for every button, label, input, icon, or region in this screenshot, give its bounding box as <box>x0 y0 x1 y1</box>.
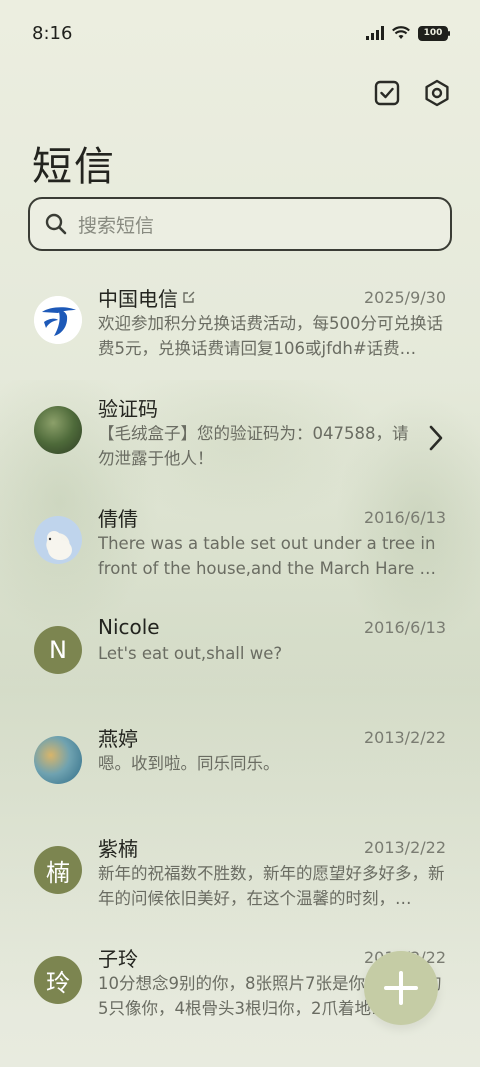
settings-icon[interactable] <box>422 78 452 108</box>
conversation-item[interactable]: 楠 紫楠 2013/2/22 新年的祝福数不胜数，新年的愿望好多好多，新年的问候… <box>0 822 480 932</box>
avatar: 玲 <box>34 956 82 1004</box>
edit-icon <box>183 291 195 303</box>
search-icon <box>45 213 67 235</box>
contact-name: 验证码 <box>98 396 158 421</box>
contact-name: 子玲 <box>98 946 138 971</box>
conversation-list: 中国电信 2025/9/30 欢迎参加积分兑换话费活动，每500分可兑换话费5元… <box>0 272 480 1042</box>
select-checkbox-icon[interactable] <box>372 78 402 108</box>
status-bar: 8:16 100 <box>0 0 480 66</box>
china-telecom-logo <box>34 296 82 344</box>
top-actions <box>372 78 452 108</box>
status-icons: 100 <box>366 25 450 41</box>
avatar <box>34 736 82 784</box>
plus-icon <box>384 971 418 1005</box>
contact-name: 燕婷 <box>98 726 138 751</box>
signal-icon <box>366 26 384 40</box>
message-date: 2016/6/13 <box>363 507 446 527</box>
message-date: 2016/6/13 <box>363 617 446 637</box>
contact-name: 倩倩 <box>98 506 138 531</box>
contact-name: 紫楠 <box>98 836 138 861</box>
battery-icon: 100 <box>418 25 450 41</box>
avatar: 楠 <box>34 846 82 894</box>
chevron-right-icon[interactable] <box>426 424 446 456</box>
battery-level: 100 <box>423 28 443 38</box>
wifi-icon <box>392 26 410 39</box>
page-title: 短信 <box>32 144 116 190</box>
message-preview: There was a table set out under a tree i… <box>98 534 436 578</box>
conversation-item[interactable]: 验证码 【毛绒盒子】您的验证码为：047588，请勿泄露于他人！ <box>0 382 480 492</box>
contact-name: 中国电信 <box>98 286 178 311</box>
message-date: 2025/9/30 <box>363 287 446 307</box>
clock: 8:16 <box>32 22 73 44</box>
avatar <box>34 516 82 564</box>
conversation-item[interactable]: 倩倩 2016/6/13 There was a table set out u… <box>0 492 480 602</box>
avatar <box>34 406 82 454</box>
message-preview: 嗯。收到啦。同乐同乐。 <box>98 754 280 773</box>
message-preview: 【毛绒盒子】您的验证码为：047588，请勿泄露于他人！ <box>98 424 409 468</box>
conversation-item[interactable]: N Nicole 2016/6/13 Let's eat out,shall w… <box>0 602 480 712</box>
message-date: 2013/2/22 <box>363 837 446 857</box>
message-date: 2013/2/22 <box>363 727 446 747</box>
message-preview: 新年的祝福数不胜数，新年的愿望好多好多，新年的问候依旧美好，在这个温馨的时刻，… <box>98 864 445 908</box>
message-preview: Let's eat out,shall we? <box>98 644 283 663</box>
message-preview: 欢迎参加积分兑换话费活动，每500分可兑换话费5元，兑换话费请回复106或jfd… <box>98 314 443 358</box>
conversation-item[interactable]: 燕婷 2013/2/22 嗯。收到啦。同乐同乐。 <box>0 712 480 822</box>
contact-name: Nicole <box>98 615 160 639</box>
conversation-item[interactable]: 中国电信 2025/9/30 欢迎参加积分兑换话费活动，每500分可兑换话费5元… <box>0 272 480 382</box>
search-placeholder: 搜索短信 <box>78 214 155 237</box>
avatar: N <box>34 626 82 674</box>
search-input[interactable]: 搜索短信 <box>28 197 452 251</box>
new-message-button[interactable] <box>364 951 438 1025</box>
